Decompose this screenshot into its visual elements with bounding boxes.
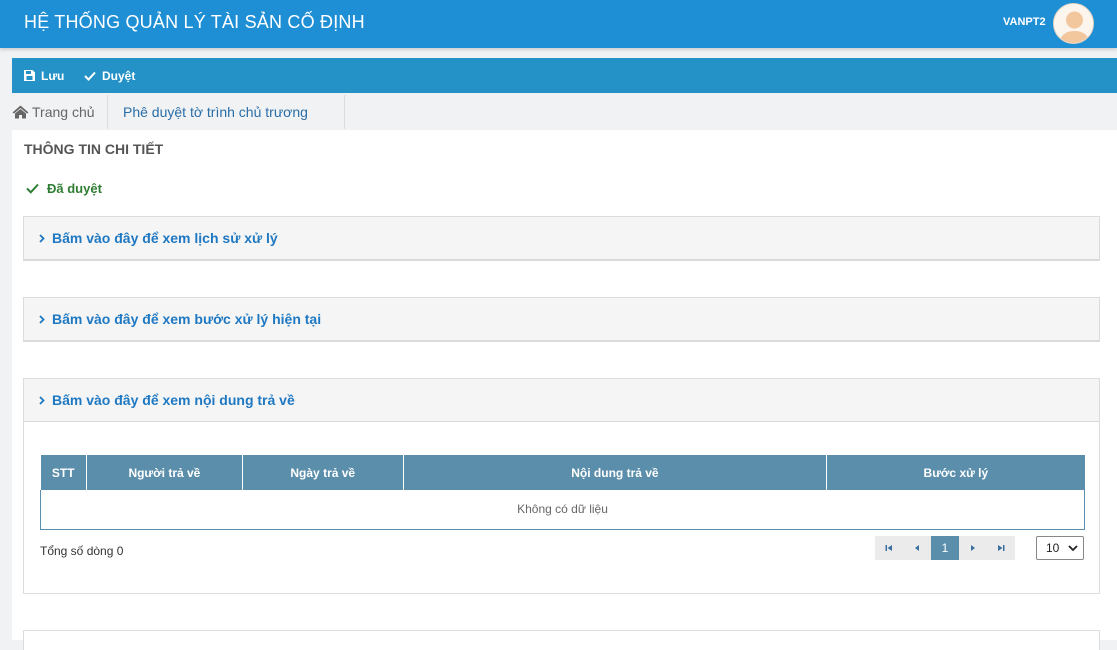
history-panel: Bấm vào đây để xem lịch sử xử lý <box>23 216 1100 261</box>
approve-button-label: Duyệt <box>102 68 136 83</box>
first-page-button[interactable] <box>875 536 903 560</box>
app-header: HỆ THỐNG QUẢN LÝ TÀI SẢN CỐ ĐỊNH VANPT2 <box>0 0 1117 48</box>
user-avatar-icon <box>1054 4 1093 43</box>
returns-table: STT Người trả về Ngày trả về Nội dung tr… <box>40 455 1085 530</box>
return-content-panel: Bấm vào đây để xem nội dung trả về STT N… <box>23 378 1100 594</box>
table-row: Không có dữ liệu <box>40 490 1085 530</box>
page-size-value: 10 <box>1046 541 1060 555</box>
return-content-panel-toggle[interactable]: Bấm vào đây để xem nội dung trả về <box>24 379 1099 422</box>
last-page-icon <box>998 545 1005 551</box>
detail-panel: THÔNG TIN CHI TIẾT Đã duyệt Bấm vào đây … <box>12 130 1117 650</box>
return-content-panel-label: Bấm vào đây để xem nội dung trả về <box>52 392 295 408</box>
status-badge: Đã duyệt <box>26 181 102 196</box>
page-number-button[interactable]: 1 <box>931 536 959 560</box>
last-page-button[interactable] <box>987 536 1015 560</box>
column-header-return-date[interactable]: Ngày trả về <box>242 455 404 490</box>
section-title: THÔNG TIN CHI TIẾT <box>24 141 164 157</box>
save-button[interactable]: Lưu <box>24 58 64 93</box>
table-header-row: STT Người trả về Ngày trả về Nội dung tr… <box>40 455 1085 490</box>
previous-page-button[interactable] <box>903 536 931 560</box>
avatar[interactable] <box>1053 3 1094 44</box>
history-panel-label: Bấm vào đây để xem lịch sử xử lý <box>52 230 278 246</box>
breadcrumb-home-label: Trang chủ <box>32 104 95 120</box>
column-header-return-content[interactable]: Nội dung trả về <box>403 455 828 490</box>
column-header-process-step[interactable]: Bước xử lý <box>826 455 1085 490</box>
empty-table-message: Không có dữ liệu <box>40 490 1085 530</box>
chevron-down-icon <box>1068 545 1078 552</box>
pagination: 1 <box>875 536 1015 560</box>
previous-page-icon <box>915 545 919 551</box>
breadcrumb: Trang chủ Phê duyệt tờ trình chủ trương <box>12 95 1117 129</box>
page-size-select[interactable]: 10 <box>1036 536 1084 560</box>
chevron-right-icon <box>39 395 45 405</box>
chevron-right-icon <box>39 314 45 324</box>
current-step-panel-label: Bấm vào đây để xem bước xử lý hiện tại <box>52 311 322 327</box>
current-step-panel: Bấm vào đây để xem bước xử lý hiện tại <box>23 297 1100 342</box>
history-panel-toggle[interactable]: Bấm vào đây để xem lịch sử xử lý <box>24 217 1099 260</box>
next-page-icon <box>971 545 975 551</box>
next-page-button[interactable] <box>959 536 987 560</box>
column-header-stt[interactable]: STT <box>40 455 87 490</box>
check-icon <box>84 71 96 81</box>
save-icon <box>24 70 35 81</box>
home-icon <box>12 105 29 119</box>
column-header-returner[interactable]: Người trả về <box>86 455 243 490</box>
approve-button[interactable]: Duyệt <box>84 58 135 93</box>
action-toolbar: Lưu Duyệt <box>12 58 1117 93</box>
first-page-icon <box>885 545 892 551</box>
check-icon <box>26 183 39 194</box>
chevron-right-icon <box>39 233 45 243</box>
status-text: Đã duyệt <box>47 181 102 196</box>
save-button-label: Lưu <box>41 68 65 83</box>
breadcrumb-home[interactable]: Trang chủ <box>12 95 108 129</box>
app-title: HỆ THỐNG QUẢN LÝ TÀI SẢN CỐ ĐỊNH <box>24 12 365 32</box>
next-panel-edge <box>23 630 1100 650</box>
current-step-panel-toggle[interactable]: Bấm vào đây để xem bước xử lý hiện tại <box>24 298 1099 341</box>
total-rows-label: Tổng số dòng 0 <box>40 544 124 558</box>
username-label[interactable]: VANPT2 <box>1003 16 1046 28</box>
breadcrumb-current[interactable]: Phê duyệt tờ trình chủ trương <box>109 95 345 129</box>
